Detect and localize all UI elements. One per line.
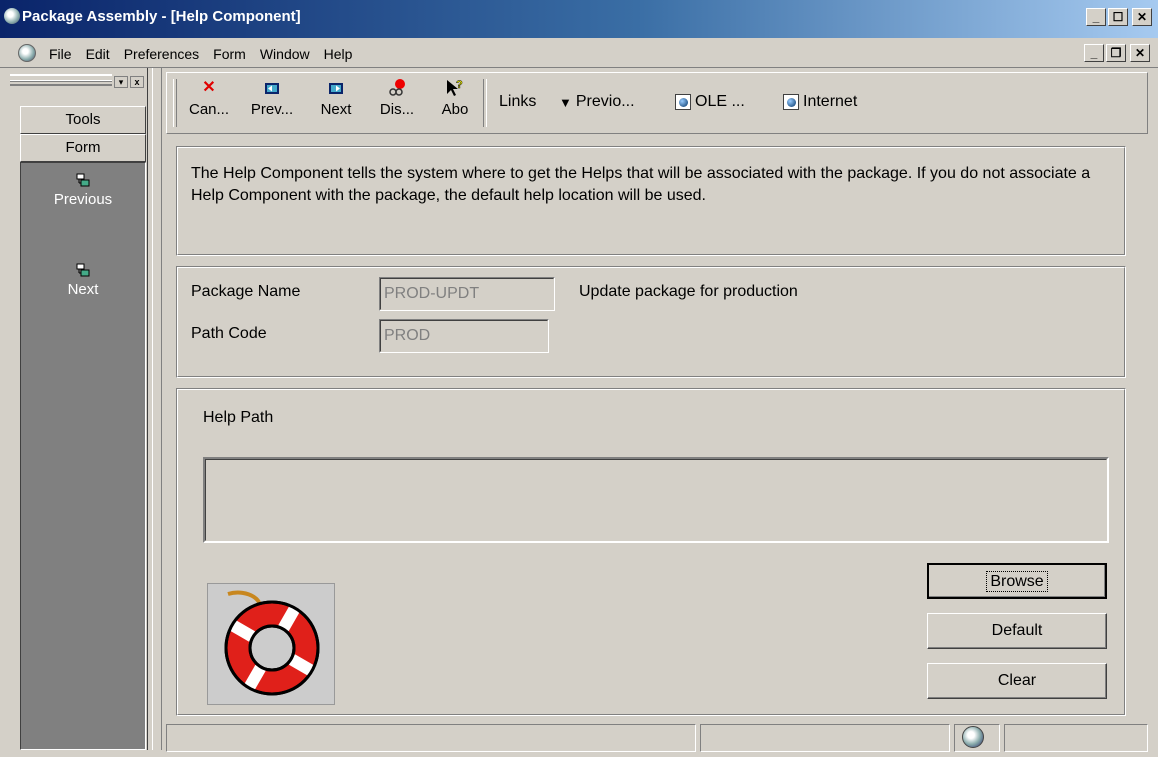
help-component-description: The Help Component tells the system wher… (191, 165, 1091, 204)
package-name-label: Package Name (191, 283, 301, 300)
toolbar-button-label: Abo (441, 101, 469, 118)
status-cell-main (166, 724, 696, 752)
sidebar-tab-form[interactable]: Form (20, 134, 146, 162)
sidebar-item-previous[interactable]: Previous (21, 173, 145, 208)
menu-bar: File Edit Preferences Form Window Help _… (0, 38, 1158, 68)
splitter[interactable] (152, 68, 162, 750)
menu-window[interactable]: Window (253, 46, 317, 62)
cancel-icon: ✕ (202, 79, 216, 96)
window-title-bar[interactable]: Package Assembly - [Help Component] _ ☐ … (0, 0, 1158, 38)
help-path-input[interactable] (203, 457, 1109, 543)
exit-bar: ▾ x Tools Form Previous Next (8, 68, 148, 750)
sidebar-tab-tools[interactable]: Tools (20, 106, 146, 134)
sidebar-item-next[interactable]: Next (21, 263, 145, 298)
links-label: Links (499, 93, 537, 110)
link-internet[interactable]: Internet (783, 93, 857, 111)
help-path-label: Help Path (203, 409, 274, 426)
package-group: Package Name PROD-UPDT Update package fo… (176, 266, 1126, 378)
default-button[interactable]: Default (927, 613, 1107, 649)
mdi-minimize-button[interactable]: _ (1084, 44, 1104, 62)
sidebar-item-label: Previous (53, 191, 113, 208)
package-name-field: PROD-UPDT (379, 277, 555, 311)
about-button[interactable]: ? Abo (435, 77, 475, 118)
path-code-field: PROD (379, 319, 549, 353)
info-group: The Help Component tells the system wher… (176, 146, 1126, 256)
cancel-button[interactable]: ✕ Can... (187, 77, 231, 118)
window-title: Package Assembly - [Help Component] (22, 8, 301, 25)
display-icon (389, 79, 405, 96)
toolbar-grip[interactable] (173, 79, 177, 127)
sidebar-grip-line (10, 80, 112, 82)
path-code-label: Path Code (191, 325, 267, 342)
toolbar-separator (483, 79, 487, 127)
menu-form[interactable]: Form (206, 46, 253, 62)
link-label: Previo... (575, 93, 635, 110)
mdi-close-button[interactable]: ✕ (1130, 44, 1150, 62)
maximize-button[interactable]: ☐ (1108, 8, 1128, 26)
sidebar-item-label: Next (67, 281, 99, 298)
previous-record-icon (76, 173, 90, 187)
form-toolbar: ✕ Can... Prev... Next Dis... ? Abo Links (166, 72, 1148, 134)
close-button[interactable]: ✕ (1132, 8, 1152, 26)
menu-help[interactable]: Help (317, 46, 360, 62)
status-globe-icon (962, 726, 984, 748)
package-description: Update package for production (579, 283, 798, 300)
display-button[interactable]: Dis... (377, 77, 417, 118)
toolbar-button-label: Dis... (379, 101, 415, 118)
help-path-group: Help Path Browse Default Clear (176, 388, 1126, 716)
svg-text:?: ? (456, 79, 463, 91)
globe-page-icon (783, 94, 799, 110)
default-button-label: Default (991, 622, 1043, 639)
clear-button-label: Clear (997, 672, 1037, 689)
mdi-restore-button[interactable]: ❐ (1106, 44, 1126, 62)
clear-button[interactable]: Clear (927, 663, 1107, 699)
toolbar-button-label: Next (320, 101, 352, 118)
next-icon (329, 83, 343, 94)
next-record-icon (76, 263, 90, 277)
links-menu[interactable]: Links (499, 93, 536, 111)
dropdown-triangle-icon: ▼ (559, 94, 572, 110)
sidebar-panel: Previous Next (20, 162, 146, 750)
link-label: OLE ... (695, 93, 745, 110)
status-cell-secondary (700, 724, 950, 752)
status-cell-end (1004, 724, 1148, 752)
menu-edit[interactable]: Edit (79, 46, 117, 62)
document-globe-icon[interactable] (18, 44, 36, 62)
next-button[interactable]: Next (317, 77, 355, 118)
lifebuoy-icon (207, 583, 335, 705)
link-label: Internet (803, 93, 858, 110)
browse-button[interactable]: Browse (927, 563, 1107, 599)
sidebar-close-icon[interactable]: x (130, 76, 144, 88)
link-previous[interactable]: ▼ Previo... (559, 93, 635, 111)
toolbar-button-label: Prev... (250, 101, 294, 118)
status-bar (166, 722, 1148, 752)
globe-page-icon (675, 94, 691, 110)
link-ole[interactable]: OLE ... (675, 93, 745, 111)
browse-button-label: Browse (986, 571, 1048, 592)
menu-file[interactable]: File (42, 46, 79, 62)
sidebar-dropdown-icon[interactable]: ▾ (114, 76, 128, 88)
previous-icon (265, 83, 279, 94)
previous-button[interactable]: Prev... (249, 77, 295, 118)
menu-preferences[interactable]: Preferences (117, 46, 206, 62)
minimize-button[interactable]: _ (1086, 8, 1106, 26)
about-help-icon: ? (447, 79, 463, 96)
app-globe-icon (4, 8, 20, 24)
toolbar-button-label: Can... (188, 101, 230, 118)
